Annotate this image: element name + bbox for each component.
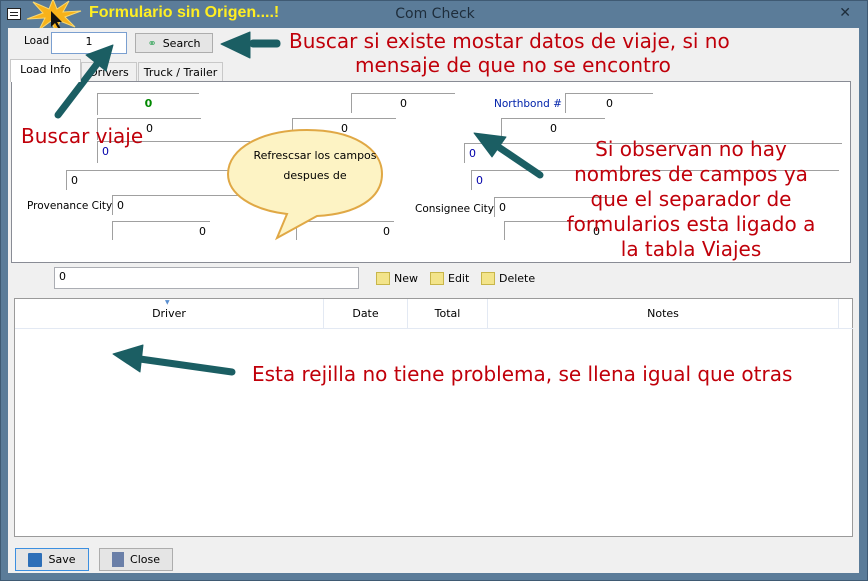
- annotation-fields-2: nombres de campos ya: [574, 162, 808, 186]
- annotation-search-2: mensaje de que no se encontro: [355, 53, 671, 77]
- annotation-fields: Si observan no hay nombres de campos ya …: [556, 137, 826, 262]
- annotation-grid: Esta rejilla no tiene problema, se llena…: [252, 362, 793, 386]
- bubble-text: Refrescsar los campos despues de: [253, 149, 377, 182]
- annotation-fields-3: que el separador de: [590, 187, 792, 211]
- annotation-fields-1: Si observan no hay: [595, 137, 787, 161]
- arrow-to-fields: [473, 132, 544, 179]
- annotation-fields-5: la tabla Viajes: [620, 237, 762, 261]
- annotation-fields-4: formularios esta ligado a: [566, 212, 816, 236]
- annotation-arrows: [54, 31, 544, 376]
- arrow-to-search: [220, 31, 281, 59]
- tab-load-info[interactable]: Load Info: [10, 59, 81, 82]
- annotation-buscar-viaje: Buscar viaje: [21, 124, 144, 148]
- annotation-search-1: Buscar si existe mostar datos de viaje, …: [289, 29, 730, 53]
- arrow-to-grid: [112, 344, 236, 376]
